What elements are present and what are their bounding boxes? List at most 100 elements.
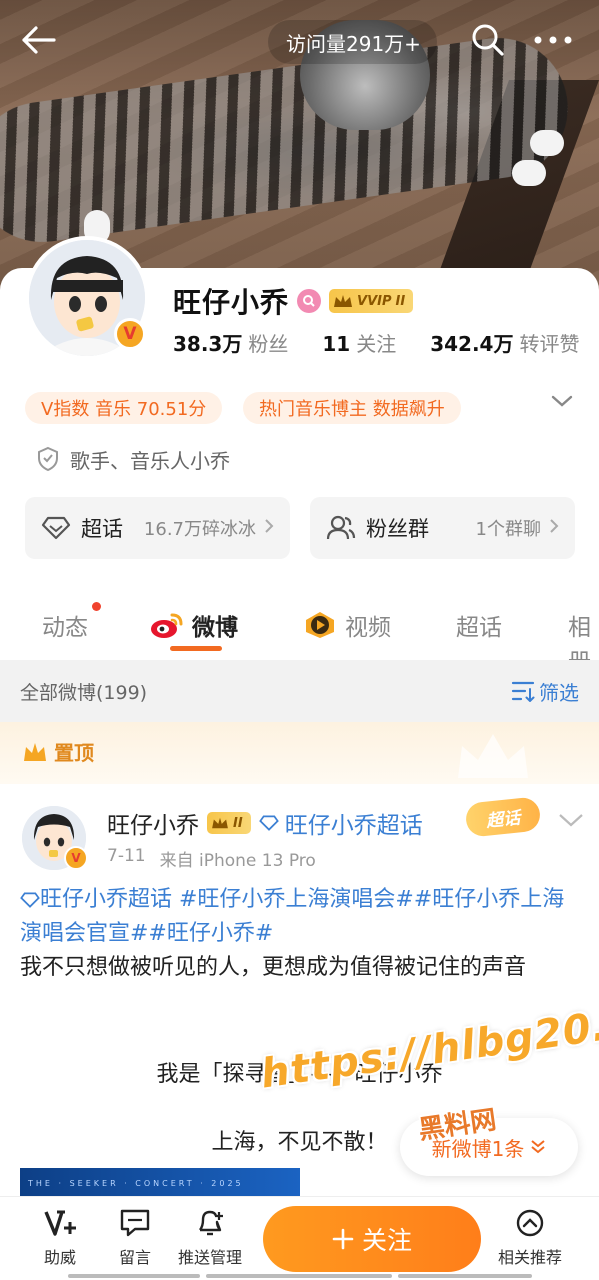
stat-fans-value[interactable]: 38.3万	[173, 328, 242, 357]
post-body: 旺仔小乔超话 #旺仔小乔上海演唱会##旺仔小乔上海演唱会官宣##旺仔小乔# 我不…	[20, 883, 585, 985]
crown-icon	[24, 742, 46, 761]
message-button[interactable]: 留言	[95, 1208, 175, 1268]
related-recommend-button[interactable]: 相关推荐	[490, 1208, 570, 1268]
chevron-up-circle-icon	[516, 1209, 544, 1237]
pinned-label: 置顶	[22, 737, 94, 766]
bell-plus-icon	[199, 1210, 223, 1236]
filter-bar: 全部微博(199) 筛选	[0, 660, 599, 722]
more-dots-icon	[534, 36, 572, 44]
crown-decoration-icon	[458, 734, 528, 778]
verified-badge-icon: V	[114, 318, 146, 350]
post-menu-button[interactable]	[558, 812, 584, 832]
filter-button[interactable]: 筛选	[511, 677, 579, 706]
plus-icon	[332, 1228, 354, 1250]
post-source: 来自 iPhone 13 Pro	[159, 851, 316, 871]
weibo-icon	[151, 613, 183, 638]
cover-cat-paw	[512, 160, 546, 186]
poster-text: THE · SEEKER · CONCERT · 2025	[28, 1178, 244, 1188]
more-button[interactable]	[530, 20, 576, 60]
topic-tags-text[interactable]: 旺仔小乔超话 #旺仔小乔上海演唱会##旺仔小乔上海演唱会官宣##旺仔小乔#	[20, 887, 564, 946]
back-button[interactable]	[18, 20, 58, 60]
post-topic-link[interactable]: 旺仔小乔超话	[258, 806, 423, 840]
super-topic-title: 超话	[81, 517, 123, 541]
back-arrow-icon	[22, 26, 56, 54]
tab-label: 超话	[456, 615, 502, 641]
search-button[interactable]	[468, 20, 508, 60]
boost-button[interactable]: 助威	[20, 1208, 100, 1268]
post-author[interactable]: 旺仔小乔	[107, 806, 199, 840]
expand-profile-button[interactable]	[551, 393, 573, 412]
push-settings-button[interactable]: 推送管理	[170, 1208, 250, 1268]
push-settings-label: 推送管理	[177, 1248, 242, 1267]
home-indicator	[206, 1274, 392, 1278]
crown-icon	[212, 817, 228, 829]
post-body-text: 我不只想做被听见的人，更想成为值得被记住的声音	[20, 955, 527, 980]
post-header: 旺仔小乔 II 旺仔小乔超话	[107, 806, 423, 840]
super-topic-badge-text: 超话	[485, 807, 522, 832]
diamond-icon	[20, 892, 40, 908]
pinned-text: 置顶	[54, 741, 94, 765]
shield-icon	[38, 446, 58, 472]
active-tab-indicator	[170, 646, 222, 651]
chevron-right-icon	[264, 518, 274, 538]
all-posts-label[interactable]: 全部微博(199)	[20, 678, 147, 705]
fan-group-sub: 1个群聊	[475, 519, 541, 540]
v-index-text: V指数 音乐 70.51分	[41, 399, 207, 420]
message-label: 留言	[118, 1248, 151, 1267]
filter-icon	[511, 681, 535, 702]
cover-cat-paw	[530, 130, 564, 156]
stat-interactions-label: 转评赞	[519, 332, 580, 356]
tab-super-topic[interactable]: 超话	[456, 608, 502, 642]
hot-blogger-text: 热门音乐博主 数据飙升	[259, 399, 445, 420]
follow-button[interactable]: 关注	[263, 1206, 481, 1272]
tab-label: 微博	[192, 615, 238, 641]
message-icon	[120, 1209, 150, 1237]
v-index-chip[interactable]: V指数 音乐 70.51分	[25, 392, 223, 424]
group-icon	[326, 515, 356, 540]
verified-badge-icon: V	[64, 846, 88, 870]
post-meta: 7-11 来自 iPhone 13 Pro	[107, 846, 316, 871]
post-vip-badge[interactable]: II	[207, 812, 251, 834]
vvip-label: VVIP	[357, 293, 392, 309]
double-chevron-down-icon	[531, 1140, 545, 1154]
tab-label: 动态	[42, 615, 88, 641]
related-recommend-label: 相关推荐	[497, 1248, 562, 1267]
tab-feed[interactable]: 动态	[42, 608, 88, 642]
post-topic-tags[interactable]: 旺仔小乔超话 #旺仔小乔上海演唱会##旺仔小乔上海演唱会官宣##旺仔小乔#	[20, 883, 585, 951]
super-topic-badge[interactable]: 超话	[464, 796, 542, 838]
visit-count-text: 访问量291万+	[286, 31, 421, 56]
fan-group-button[interactable]: 粉丝群 1个群聊	[310, 497, 575, 559]
chevron-down-icon	[559, 814, 583, 827]
post-topic-text: 旺仔小乔超话	[284, 813, 423, 839]
post-image-poster[interactable]: THE · SEEKER · CONCERT · 2025	[20, 1168, 300, 1198]
profile-stats: 38.3万 粉丝 11 关注 342.4万 转评赞	[173, 328, 579, 357]
boost-label: 助威	[43, 1248, 76, 1267]
vvip-level: II	[395, 293, 406, 309]
profile-name: 旺仔小乔	[173, 286, 290, 319]
identity-row: 歌手、音乐人小乔	[36, 444, 230, 474]
chevron-right-icon	[549, 518, 559, 538]
notification-dot	[92, 602, 101, 611]
hot-blogger-chip[interactable]: 热门音乐博主 数据飙升	[243, 392, 461, 424]
fan-group-title: 粉丝群	[366, 517, 429, 541]
stat-following-value[interactable]: 11	[322, 332, 350, 356]
filter-label: 筛选	[539, 680, 579, 705]
stat-fans-label[interactable]: 粉丝	[248, 328, 288, 357]
boost-v-plus-icon	[44, 1210, 76, 1236]
profile-tabs: 动态 微博 视频 超话 相册	[0, 598, 599, 675]
super-topic-button[interactable]: 超话 16.7万碎冰冰	[25, 497, 290, 559]
tab-weibo[interactable]: 微博	[150, 608, 238, 642]
super-topic-sub: 16.7万碎冰冰	[143, 519, 256, 540]
chevron-down-icon	[551, 395, 573, 407]
diamond-icon	[258, 815, 279, 831]
diamond-icon	[41, 516, 71, 540]
stat-following-label[interactable]: 关注	[356, 328, 396, 357]
tab-video[interactable]: 视频	[303, 608, 391, 642]
crown-icon	[334, 295, 353, 307]
visit-count-pill[interactable]: 访问量291万+	[268, 20, 437, 64]
identity-text: 歌手、音乐人小乔	[70, 448, 230, 473]
home-indicator	[398, 1274, 532, 1278]
vvip-badge[interactable]: VVIP II	[329, 289, 414, 313]
music-badge-icon[interactable]	[297, 289, 322, 313]
search-icon	[472, 24, 504, 56]
